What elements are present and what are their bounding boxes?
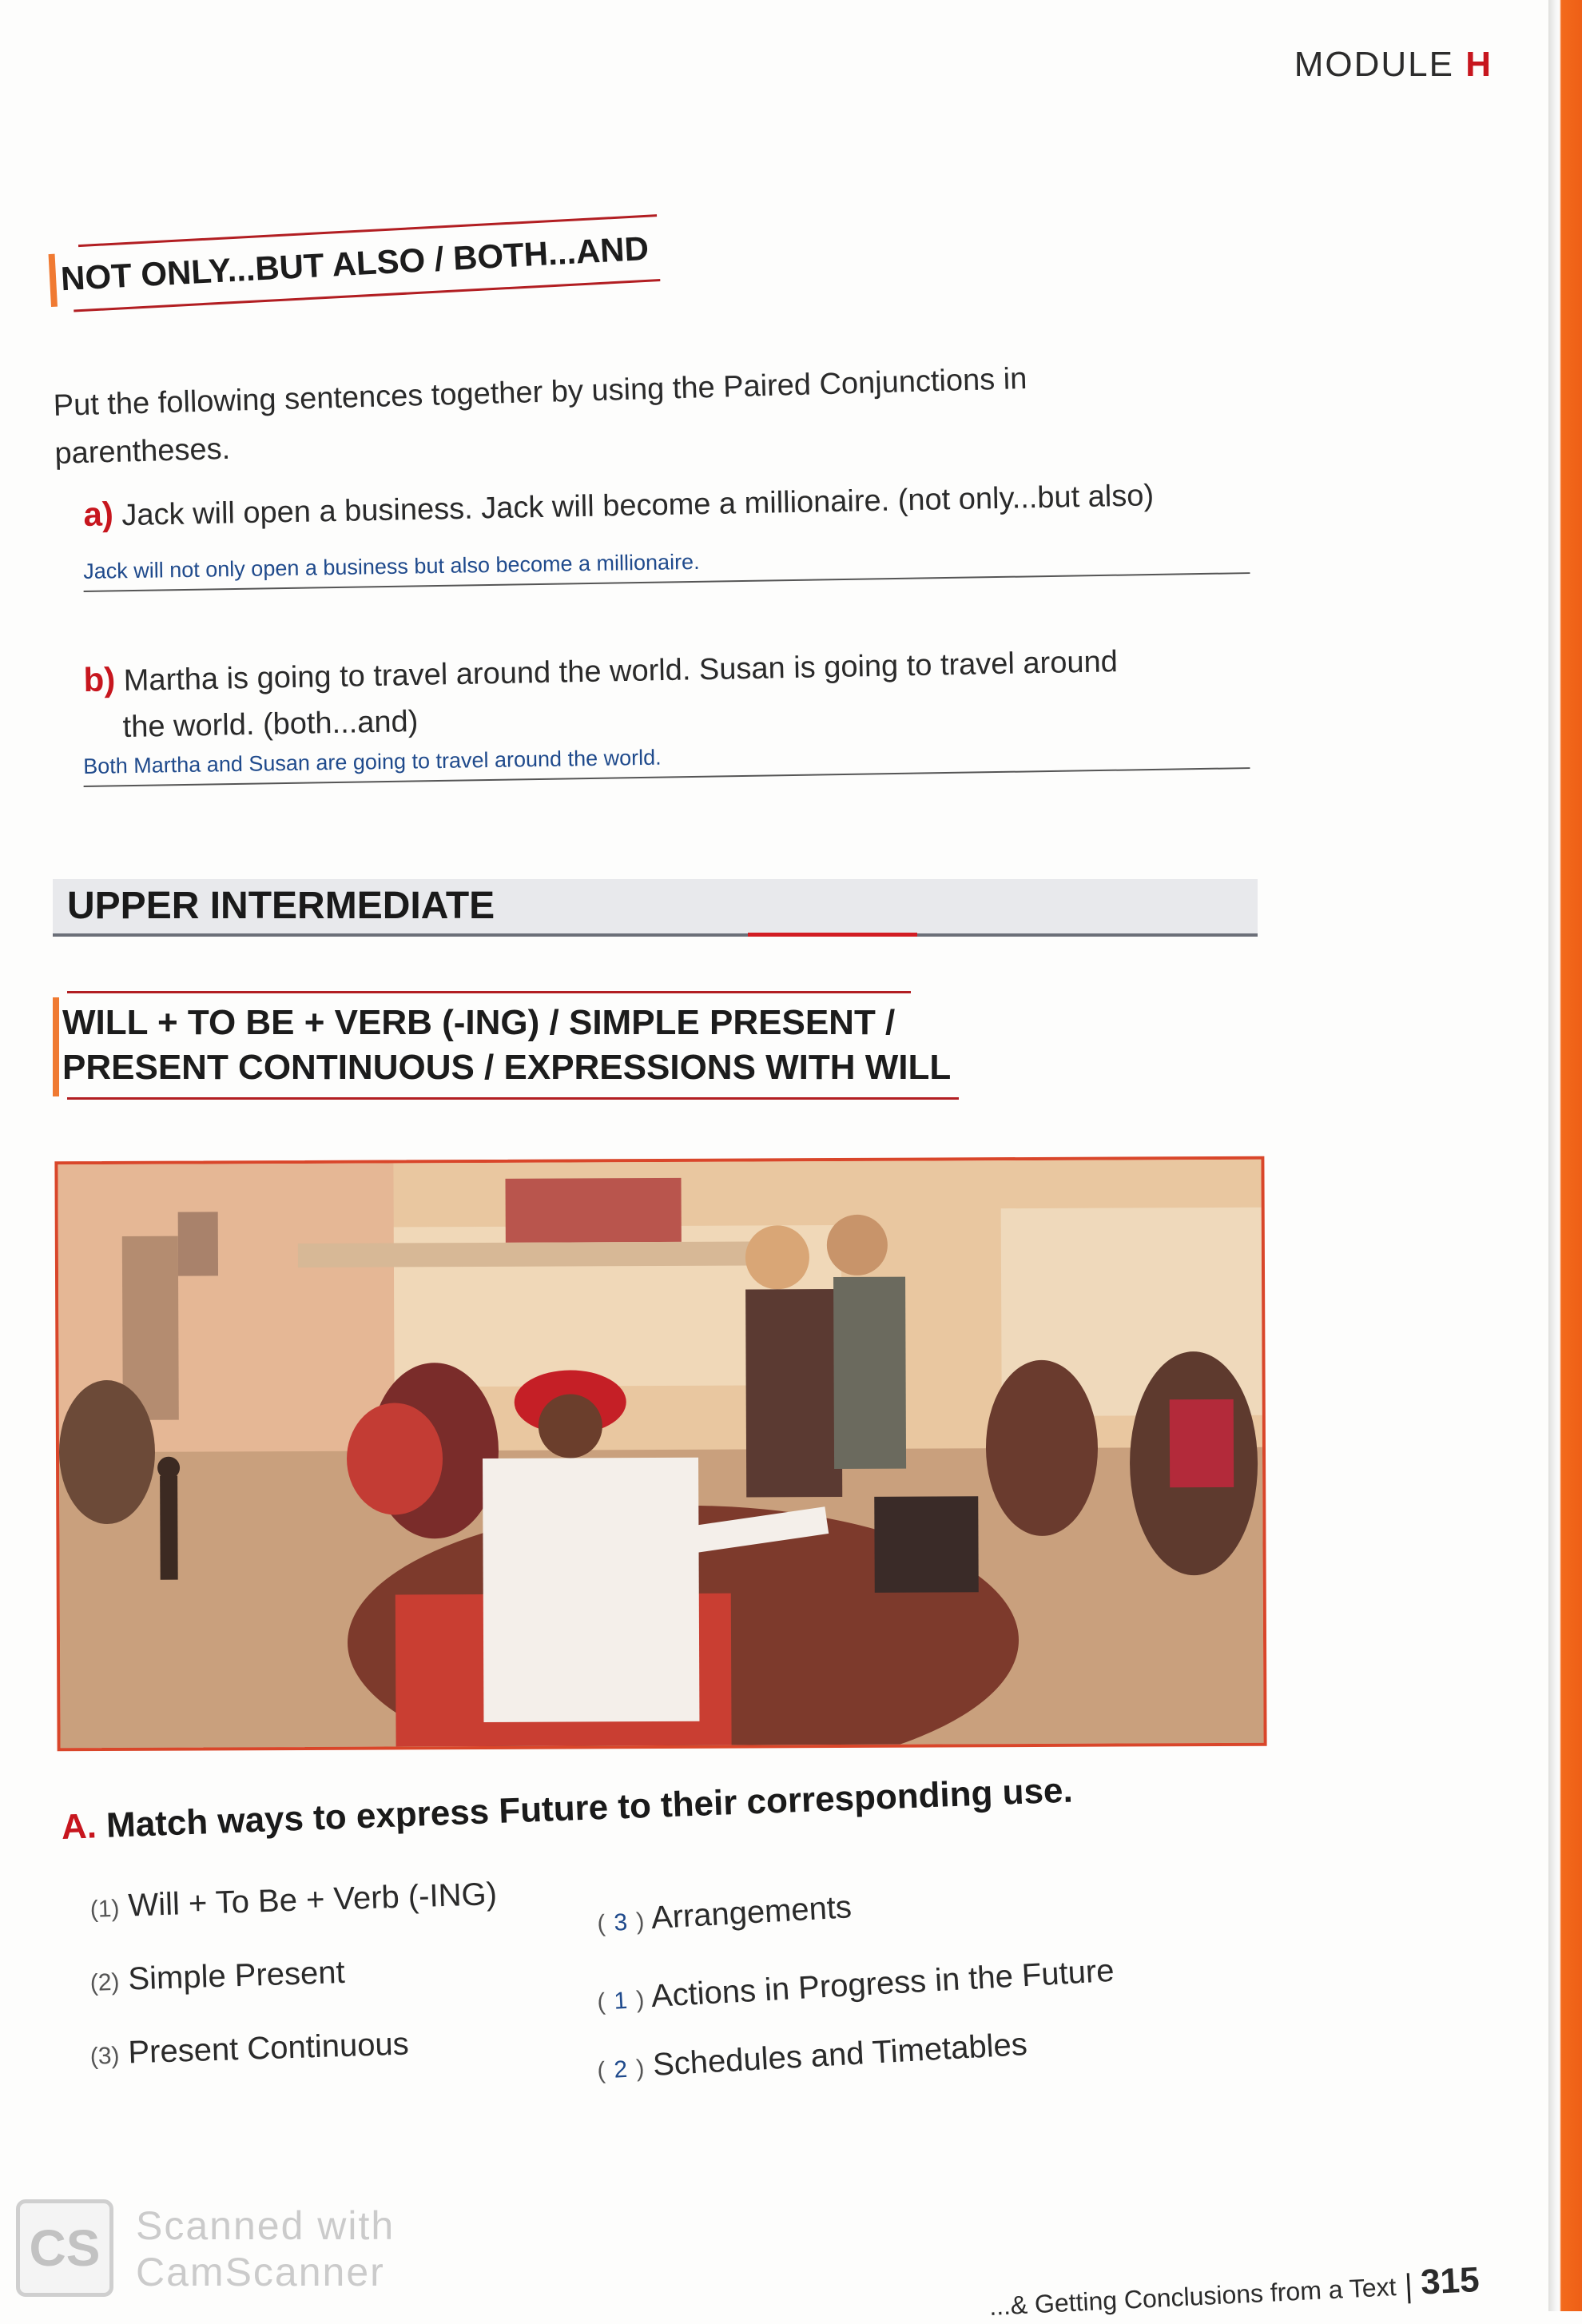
match-answer: 1 [613,1987,629,2015]
elephant-ride-photo [54,1156,1267,1752]
section-title-line1: WILL + TO BE + VERB (-ING) / SIMPLE PRES… [62,1003,896,1042]
instruction-text: Put the following sentences together by … [53,361,1028,471]
item-text: Jack will open a business. Jack will bec… [121,479,1155,533]
level-bar: UPPER INTERMEDIATE [53,879,1258,937]
photo-illustration [58,1159,1264,1752]
match-answer: 2 [613,2055,629,2083]
section-title-line2: PRESENT CONTINUOUS / EXPRESSIONS WITH WI… [62,1048,952,1087]
match-left-number: (3) [89,2042,120,2070]
bracket-close: ) [635,1986,646,2014]
item-letter: b) [83,660,116,698]
match-right-item-arrangements: ( 3 ) Arrangements [596,1889,853,1940]
match-left-number: (2) [89,1968,120,1996]
exercise-item-b: b) Martha is going to travel around the … [83,635,1235,751]
footer-chapter-text: ...& Getting Conclusions from a Text [988,2272,1397,2321]
footer-divider [1406,2272,1411,2303]
section-title-paired-conjunctions: NOT ONLY...BUT ALSO / BOTH...AND [48,222,660,307]
answer-line-a: Jack will not only open a business but a… [83,541,1250,592]
camscanner-logo-icon: CS [16,2199,113,2297]
match-left-item-3: (3) Present Continuous [89,2026,409,2072]
watermark-line1: Scanned with [136,2203,396,2248]
camscanner-watermark: CS Scanned with CamScanner [16,2199,399,2297]
level-accent [748,933,917,937]
bracket-close: ) [635,2055,646,2083]
match-right-item-actions: ( 1 ) Actions in Progress in the Future [596,1953,1115,2018]
module-header: MODULE H [1294,45,1493,85]
bracket-open: ( [596,1910,606,1937]
match-left-label: Simple Present [127,1954,346,1997]
watermark-text: Scanned with CamScanner [136,2203,395,2295]
match-left-item-1: (1) Will + To Be + Verb (-ING) [89,1876,498,1925]
exercise-a-prompt: A. Match ways to express Future to their… [61,1771,1073,1848]
module-word: MODULE [1294,45,1454,84]
watermark-line2: CamScanner [136,2250,385,2294]
match-left-item-2: (2) Simple Present [89,1955,345,1999]
bracket-open: ( [596,1988,606,2016]
exercise-item-a: a) Jack will open a business. Jack will … [83,473,1250,534]
match-left-number: (1) [89,1895,120,1923]
match-right-item-schedules: ( 2 ) Schedules and Timetables [596,2027,1028,2087]
bracket-open: ( [596,2057,606,2084]
match-right-label: Schedules and Timetables [651,2026,1028,2083]
bracket-close: ) [635,1908,646,1936]
match-answer: 3 [613,1908,629,1936]
match-left-label: Present Continuous [127,2026,410,2071]
exercise-letter: A. [61,1806,97,1847]
page-footer: ...& Getting Conclusions from a Text 315 [988,2260,1480,2324]
section-title-future-forms: WILL + TO BE + VERB (-ING) / SIMPLE PRES… [53,991,960,1100]
match-right-label: Arrangements [650,1889,853,1936]
page-number: 315 [1419,2260,1481,2302]
level-label: UPPER INTERMEDIATE [67,885,495,927]
match-left-label: Will + To Be + Verb (-ING) [127,1876,498,1924]
exercise-prompt-text: Match ways to express Future to their co… [105,1770,1074,1845]
item-letter: a) [83,495,114,533]
orange-page-edge [1548,0,1582,2311]
module-letter: H [1465,45,1493,84]
match-right-label: Actions in Progress in the Future [650,1952,1115,2015]
